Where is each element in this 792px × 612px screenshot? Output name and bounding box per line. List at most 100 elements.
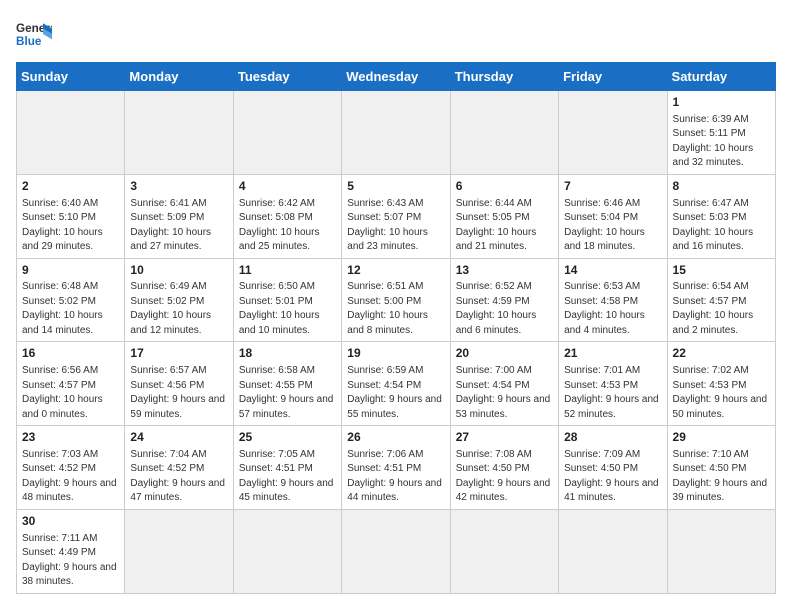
weekday-header-row: SundayMondayTuesdayWednesdayThursdayFrid… [17,63,776,91]
day-number: 23 [22,429,119,446]
calendar-cell: 16 Sunrise: 6:56 AM Sunset: 4:57 PM Dayli… [17,342,125,426]
calendar-table: SundayMondayTuesdayWednesdayThursdayFrid… [16,62,776,594]
calendar-cell: 18 Sunrise: 6:58 AM Sunset: 4:55 PM Dayli… [233,342,341,426]
day-info: Sunrise: 7:03 AM Sunset: 4:52 PM Dayligh… [22,448,119,506]
day-number: 17 [130,345,227,362]
day-number: 5 [347,178,444,195]
day-info: Sunrise: 7:09 AM Sunset: 4:50 PM Dayligh… [564,448,661,506]
day-number: 25 [239,429,336,446]
calendar-cell: 13Sunrise: 6:52 AM Sunset: 4:59 PM Dayli… [450,258,558,342]
calendar-cell: 25Sunrise: 7:05 AM Sunset: 4:51 PM Dayli… [233,426,341,510]
calendar-cell: 28 Sunrise: 7:09 AM Sunset: 4:50 PM Dayli… [559,426,667,510]
calendar-body: 1Sunrise: 6:39 AM Sunset: 5:11 PM Daylig… [17,91,776,594]
weekday-header-thursday: Thursday [450,63,558,91]
day-info: Sunrise: 6:58 AM Sunset: 4:55 PM Dayligh… [239,364,336,422]
calendar-cell: 26Sunrise: 7:06 AM Sunset: 4:51 PM Dayli… [342,426,450,510]
calendar-week-2: 9Sunrise: 6:48 AM Sunset: 5:02 PM Daylig… [17,258,776,342]
calendar-cell: 9Sunrise: 6:48 AM Sunset: 5:02 PM Daylig… [17,258,125,342]
day-info: Sunrise: 6:46 AM Sunset: 5:04 PM Dayligh… [564,197,661,255]
day-number: 7 [564,178,661,195]
day-number: 29 [673,429,770,446]
day-number: 3 [130,178,227,195]
calendar-cell [17,91,125,175]
day-info: Sunrise: 6:47 AM Sunset: 5:03 PM Dayligh… [673,197,770,255]
day-number: 10 [130,262,227,279]
day-number: 22 [673,345,770,362]
calendar-cell: 29 Sunrise: 7:10 AM Sunset: 4:50 PM Dayli… [667,426,775,510]
day-info: Sunrise: 7:11 AM Sunset: 4:49 PM Dayligh… [22,532,119,590]
day-number: 14 [564,262,661,279]
day-info: Sunrise: 6:53 AM Sunset: 4:58 PM Dayligh… [564,280,661,338]
calendar-week-0: 1Sunrise: 6:39 AM Sunset: 5:11 PM Daylig… [17,91,776,175]
day-info: Sunrise: 6:56 AM Sunset: 4:57 PM Dayligh… [22,364,119,422]
day-info: Sunrise: 6:42 AM Sunset: 5:08 PM Dayligh… [239,197,336,255]
day-info: Sunrise: 7:10 AM Sunset: 4:50 PM Dayligh… [673,448,770,506]
calendar-header: SundayMondayTuesdayWednesdayThursdayFrid… [17,63,776,91]
calendar-cell: 23 Sunrise: 7:03 AM Sunset: 4:52 PM Dayli… [17,426,125,510]
calendar-cell: 15Sunrise: 6:54 AM Sunset: 4:57 PM Dayli… [667,258,775,342]
day-info: Sunrise: 6:48 AM Sunset: 5:02 PM Dayligh… [22,280,119,338]
calendar-cell: 19 Sunrise: 6:59 AM Sunset: 4:54 PM Dayli… [342,342,450,426]
calendar-cell: 27 Sunrise: 7:08 AM Sunset: 4:50 PM Dayli… [450,426,558,510]
weekday-header-friday: Friday [559,63,667,91]
day-number: 16 [22,345,119,362]
calendar-cell: 17 Sunrise: 6:57 AM Sunset: 4:56 PM Dayli… [125,342,233,426]
day-info: Sunrise: 7:04 AM Sunset: 4:52 PM Dayligh… [130,448,227,506]
calendar-cell [667,509,775,593]
weekday-header-sunday: Sunday [17,63,125,91]
day-info: Sunrise: 7:01 AM Sunset: 4:53 PM Dayligh… [564,364,661,422]
day-info: Sunrise: 6:44 AM Sunset: 5:05 PM Dayligh… [456,197,553,255]
day-info: Sunrise: 6:52 AM Sunset: 4:59 PM Dayligh… [456,280,553,338]
calendar-week-4: 23 Sunrise: 7:03 AM Sunset: 4:52 PM Dayli… [17,426,776,510]
page-header: General Blue [16,16,776,52]
calendar-cell: 20 Sunrise: 7:00 AM Sunset: 4:54 PM Dayli… [450,342,558,426]
day-number: 4 [239,178,336,195]
day-info: Sunrise: 6:50 AM Sunset: 5:01 PM Dayligh… [239,280,336,338]
day-info: Sunrise: 7:02 AM Sunset: 4:53 PM Dayligh… [673,364,770,422]
day-info: Sunrise: 7:08 AM Sunset: 4:50 PM Dayligh… [456,448,553,506]
calendar-cell: 4 Sunrise: 6:42 AM Sunset: 5:08 PM Daylig… [233,174,341,258]
calendar-cell: 3 Sunrise: 6:41 AM Sunset: 5:09 PM Daylig… [125,174,233,258]
calendar-cell [342,91,450,175]
day-info: Sunrise: 6:51 AM Sunset: 5:00 PM Dayligh… [347,280,444,338]
day-number: 27 [456,429,553,446]
day-number: 9 [22,262,119,279]
day-number: 28 [564,429,661,446]
day-info: Sunrise: 6:41 AM Sunset: 5:09 PM Dayligh… [130,197,227,255]
weekday-header-wednesday: Wednesday [342,63,450,91]
day-number: 8 [673,178,770,195]
day-number: 2 [22,178,119,195]
day-number: 21 [564,345,661,362]
day-number: 11 [239,262,336,279]
calendar-cell: 6Sunrise: 6:44 AM Sunset: 5:05 PM Daylig… [450,174,558,258]
calendar-week-1: 2Sunrise: 6:40 AM Sunset: 5:10 PM Daylig… [17,174,776,258]
day-number: 19 [347,345,444,362]
calendar-cell [450,509,558,593]
day-number: 24 [130,429,227,446]
logo: General Blue [16,16,56,52]
calendar-cell [233,91,341,175]
calendar-cell [559,509,667,593]
day-number: 18 [239,345,336,362]
day-number: 13 [456,262,553,279]
calendar-cell [450,91,558,175]
calendar-cell: 24 Sunrise: 7:04 AM Sunset: 4:52 PM Dayli… [125,426,233,510]
day-info: Sunrise: 7:00 AM Sunset: 4:54 PM Dayligh… [456,364,553,422]
calendar-cell [125,91,233,175]
calendar-cell: 5Sunrise: 6:43 AM Sunset: 5:07 PM Daylig… [342,174,450,258]
calendar-cell: 12Sunrise: 6:51 AM Sunset: 5:00 PM Dayli… [342,258,450,342]
calendar-cell: 1Sunrise: 6:39 AM Sunset: 5:11 PM Daylig… [667,91,775,175]
calendar-cell [125,509,233,593]
calendar-cell [559,91,667,175]
calendar-cell: 2Sunrise: 6:40 AM Sunset: 5:10 PM Daylig… [17,174,125,258]
day-number: 20 [456,345,553,362]
day-info: Sunrise: 7:06 AM Sunset: 4:51 PM Dayligh… [347,448,444,506]
weekday-header-tuesday: Tuesday [233,63,341,91]
weekday-header-saturday: Saturday [667,63,775,91]
calendar-cell: 11Sunrise: 6:50 AM Sunset: 5:01 PM Dayli… [233,258,341,342]
calendar-cell: 10Sunrise: 6:49 AM Sunset: 5:02 PM Dayli… [125,258,233,342]
day-info: Sunrise: 6:54 AM Sunset: 4:57 PM Dayligh… [673,280,770,338]
day-info: Sunrise: 6:59 AM Sunset: 4:54 PM Dayligh… [347,364,444,422]
day-info: Sunrise: 6:57 AM Sunset: 4:56 PM Dayligh… [130,364,227,422]
calendar-cell: 14Sunrise: 6:53 AM Sunset: 4:58 PM Dayli… [559,258,667,342]
